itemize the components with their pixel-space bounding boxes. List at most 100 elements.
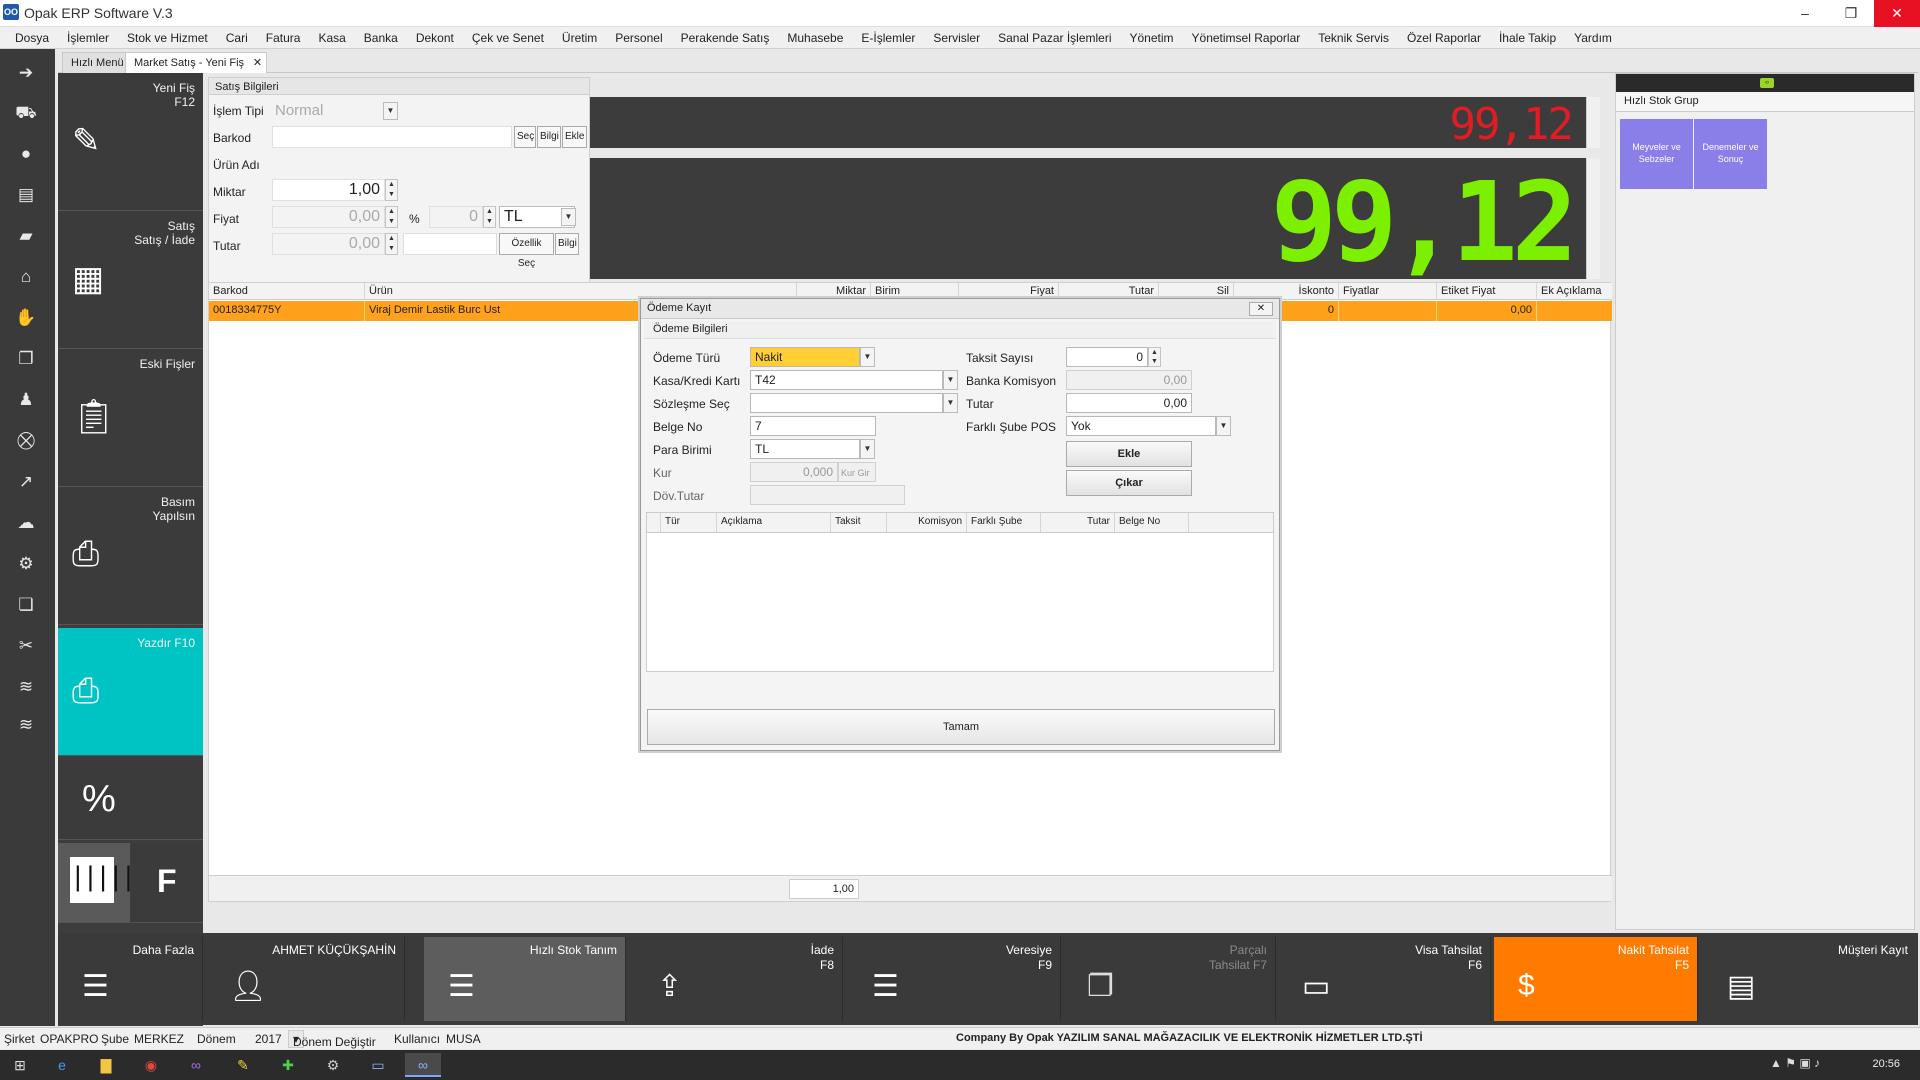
- tab-market-satis[interactable]: Market Satış - Yeni Fiş ✕: [125, 52, 268, 73]
- para-birimi-select[interactable]: TL: [750, 439, 860, 459]
- money-icon[interactable]: ▰: [14, 224, 38, 248]
- chevron-down-icon[interactable]: ▼: [1216, 416, 1231, 436]
- menu-yardim[interactable]: Yardım: [1565, 27, 1621, 49]
- documents-icon[interactable]: ▤: [14, 183, 38, 207]
- col-etiket-fiyat[interactable]: Etiket Fiyat: [1437, 283, 1537, 300]
- menu-kasa[interactable]: Kasa: [309, 27, 354, 49]
- bilgi-button-2[interactable]: Bilgi: [555, 233, 579, 255]
- tamam-button[interactable]: Tamam: [647, 709, 1275, 745]
- gear-icon[interactable]: ⚙: [14, 552, 38, 576]
- dialog-close-button[interactable]: ✕: [1249, 302, 1273, 316]
- tray-icons[interactable]: ▲ ⚑ ▣ ♪: [1770, 1056, 1820, 1070]
- chevron-down-icon[interactable]: ▼: [860, 439, 875, 459]
- miktar-input[interactable]: 1,00: [272, 179, 385, 201]
- chevron-down-icon[interactable]: ▼: [561, 208, 576, 226]
- app-tool-icon[interactable]: ⚙: [315, 1053, 351, 1077]
- folder-icon[interactable]: ▇: [88, 1053, 124, 1077]
- visual-studio-icon[interactable]: ∞: [178, 1053, 214, 1077]
- old-receipts-tile[interactable]: Eski Fişler 📋︎: [58, 349, 203, 487]
- menu-cek-senet[interactable]: Çek ve Senet: [463, 27, 553, 49]
- app-plus-icon[interactable]: ✚: [270, 1053, 306, 1077]
- minimize-button[interactable]: –: [1782, 0, 1828, 27]
- paint-icon[interactable]: ✎: [225, 1053, 261, 1077]
- print-done-tile[interactable]: Basım Yapılsın ⎙: [58, 487, 203, 625]
- bilgi-button[interactable]: Bilgi: [537, 126, 561, 148]
- chart-line-icon[interactable]: ↗: [14, 470, 38, 494]
- col-aciklama[interactable]: Açıklama: [717, 513, 831, 532]
- iade-button[interactable]: İade F8 ⇪: [633, 937, 843, 1021]
- cart-icon[interactable]: ⛒: [14, 429, 38, 453]
- sozlesme-select[interactable]: [750, 393, 943, 413]
- kasa-kredi-select[interactable]: T42: [750, 370, 943, 390]
- iskonto-input[interactable]: 0: [429, 206, 483, 228]
- forklift-icon[interactable]: ⛟: [14, 101, 38, 125]
- group-denemeler-sonuc[interactable]: Denemeler ve Sonuç: [1694, 119, 1767, 189]
- col-belge-no[interactable]: Belge No: [1115, 513, 1189, 532]
- parcali-tahsilat-button[interactable]: Parçalı Tahsilat F7 ❐: [1063, 937, 1276, 1021]
- restore-button[interactable]: ❐: [1828, 0, 1874, 27]
- islem-tipi-select[interactable]: Normal: [272, 100, 390, 122]
- remote-desktop-icon[interactable]: ▭: [360, 1053, 396, 1077]
- col-ek-aciklama[interactable]: Ek Açıklama: [1537, 283, 1612, 300]
- col-barkod[interactable]: Barkod: [209, 283, 365, 300]
- menu-sanal-pazar[interactable]: Sanal Pazar İşlemleri: [989, 27, 1120, 49]
- chevron-down-icon[interactable]: ▼: [860, 347, 875, 367]
- dov-tutar-input[interactable]: [750, 485, 905, 505]
- menu-stok-hizmet[interactable]: Stok ve Hizmet: [118, 27, 217, 49]
- menu-dekont[interactable]: Dekont: [407, 27, 463, 49]
- kur-input[interactable]: 0,000: [750, 462, 838, 482]
- kur-gir-button[interactable]: Kur Gir: [838, 462, 876, 482]
- menu-yonetim[interactable]: Yönetim: [1121, 27, 1183, 49]
- col-tur[interactable]: Tür: [661, 513, 717, 532]
- arrow-right-icon[interactable]: ➔: [14, 61, 38, 85]
- hand-coin-icon[interactable]: ✋: [14, 306, 38, 330]
- menu-dosya[interactable]: Dosya: [6, 27, 58, 49]
- bank-icon[interactable]: ⌂: [14, 265, 38, 289]
- sec-button[interactable]: Seç: [514, 126, 536, 148]
- odeme-turu-select[interactable]: Nakit: [750, 347, 860, 367]
- ekle-payment-button[interactable]: Ekle: [1066, 441, 1192, 467]
- ozellik-sec-button[interactable]: Özellik Seç: [499, 233, 554, 269]
- files-icon[interactable]: ❏: [14, 593, 38, 617]
- user-settings-icon[interactable]: ♟: [14, 388, 38, 412]
- veresiye-button[interactable]: Veresiye F9 ☰: [848, 937, 1061, 1021]
- menu-perakende[interactable]: Perakende Satış: [672, 27, 779, 49]
- chevron-down-icon[interactable]: ▼: [943, 370, 958, 390]
- menu-fatura[interactable]: Fatura: [257, 27, 310, 49]
- fiyat-input[interactable]: 0,00: [272, 206, 385, 228]
- sales-return-tile[interactable]: Satış Satış / İade ▦: [58, 211, 203, 349]
- windows-start-icon[interactable]: ⊞: [2, 1053, 38, 1077]
- stack-icon[interactable]: ≋: [14, 713, 38, 737]
- col-fiyatlar[interactable]: Fiyatlar: [1339, 283, 1437, 300]
- cloud-icon[interactable]: ☁: [14, 511, 38, 535]
- menu-ihale-takip[interactable]: İhale Takip: [1490, 27, 1565, 49]
- menu-banka[interactable]: Banka: [355, 27, 407, 49]
- f-key-tile[interactable]: F: [131, 843, 203, 923]
- miktar-stepper[interactable]: ▲ ▼: [385, 179, 398, 201]
- menu-cari[interactable]: Cari: [217, 27, 257, 49]
- scrollbar[interactable]: [1586, 97, 1600, 148]
- discount-tile[interactable]: %: [58, 760, 203, 840]
- menu-ozel-raporlar[interactable]: Özel Raporlar: [1398, 27, 1490, 49]
- close-window-button[interactable]: ✕: [1874, 0, 1920, 27]
- ekle-button[interactable]: Ekle: [562, 126, 587, 148]
- chevron-down-icon[interactable]: ▼: [943, 393, 958, 413]
- tools-icon[interactable]: ✂: [14, 634, 38, 658]
- menu-uretim[interactable]: Üretim: [553, 27, 606, 49]
- barcode-tile[interactable]: |||||: [58, 843, 136, 923]
- musteri-kayit-button[interactable]: Müşteri Kayıt ▤: [1703, 937, 1916, 1021]
- expand-toggle-icon[interactable]: ‹›: [1760, 78, 1774, 88]
- farkli-sube-pos-select[interactable]: Yok: [1066, 416, 1216, 436]
- tab-hizli-menu[interactable]: Hızlı Menü: [62, 52, 133, 73]
- copy-icon[interactable]: ❐: [14, 347, 38, 371]
- col-tutar[interactable]: Tutar: [1041, 513, 1115, 532]
- hizli-stok-tanim-button[interactable]: Hızlı Stok Tanım ☰: [424, 937, 626, 1021]
- close-tab-icon[interactable]: ✕: [253, 56, 262, 69]
- banka-komisyon-input[interactable]: 0,00: [1066, 370, 1192, 390]
- visa-tahsilat-button[interactable]: Visa Tahsilat F6 ▭: [1278, 937, 1491, 1021]
- tutar-input[interactable]: 0,00: [1066, 393, 1192, 413]
- user-button[interactable]: AHMET KÜÇÜKŞAHİN 👤︎: [205, 937, 405, 1021]
- tutar-input[interactable]: 0,00: [272, 233, 385, 255]
- fiyat-stepper[interactable]: ▲ ▼: [385, 206, 398, 228]
- print-tile[interactable]: Yazdır F10 ⎙: [58, 628, 203, 756]
